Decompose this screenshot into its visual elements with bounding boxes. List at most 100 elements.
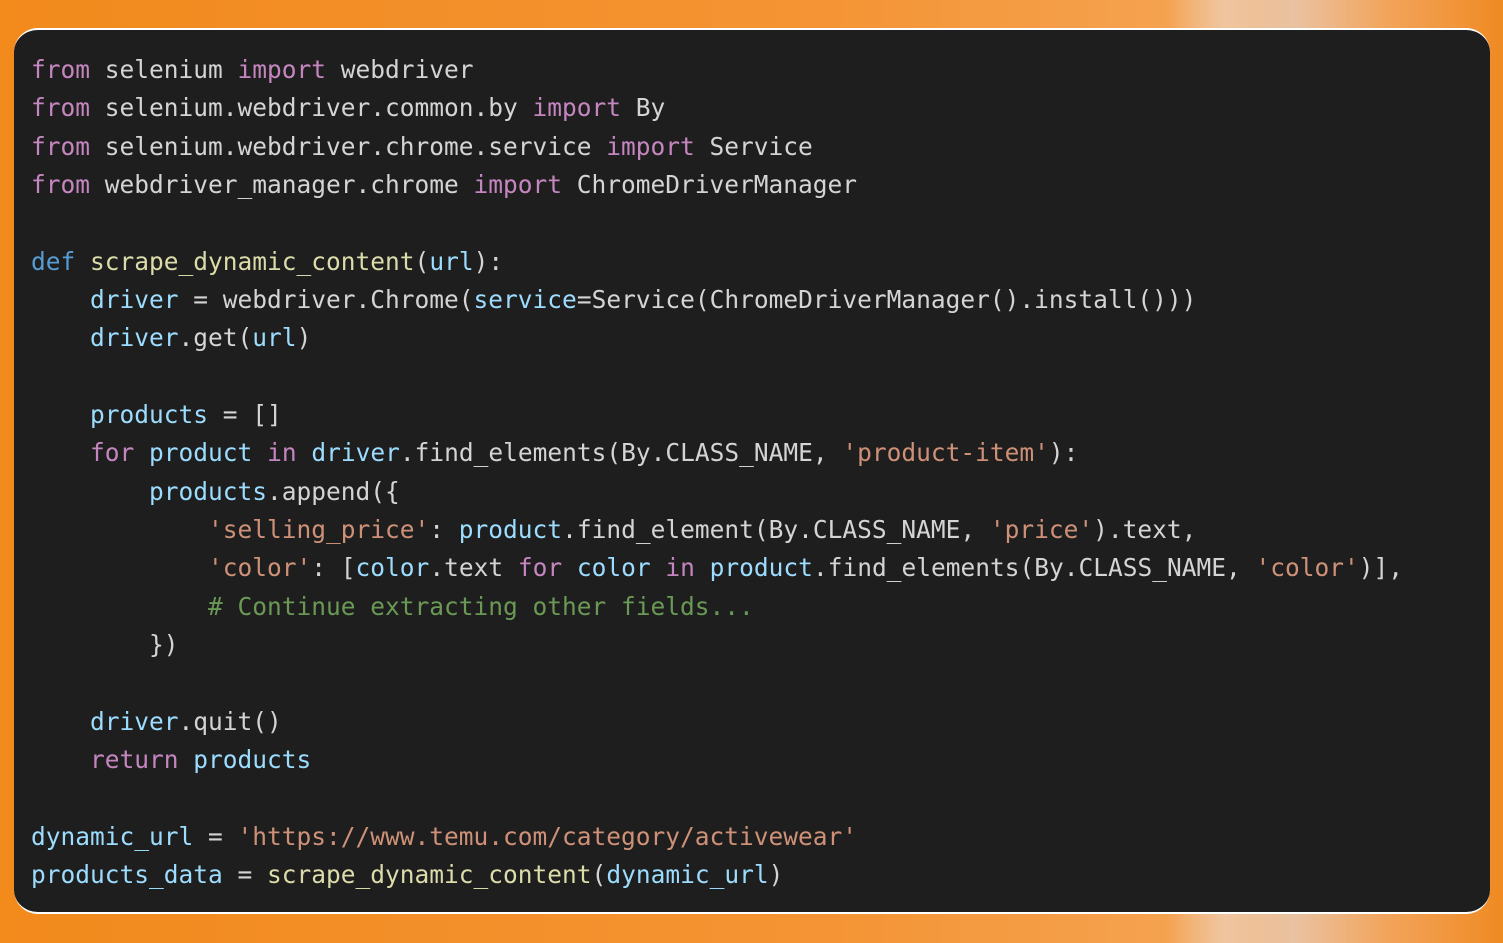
- code-text-token: webdriver: [326, 55, 474, 84]
- code-text-token: (: [414, 246, 430, 276]
- string-token: 'selling_price': [208, 515, 430, 545]
- code-line: from selenium import webdriver: [31, 51, 1403, 89]
- code-line: from selenium.webdriver.common.by import…: [31, 89, 1403, 127]
- code-line: }): [31, 626, 1403, 664]
- string-token: 'price': [989, 515, 1094, 545]
- code-text-token: ).text,: [1093, 515, 1197, 545]
- keyword-token: import: [606, 131, 695, 161]
- code-line: for product in driver.find_elements(By.C…: [31, 434, 1403, 472]
- variable-token: dynamic_url: [31, 821, 194, 851]
- variable-token: url: [429, 246, 474, 276]
- code-text-token: )],: [1358, 553, 1403, 583]
- code-line: products_data = scrape_dynamic_content(d…: [31, 856, 1403, 894]
- code-text-token: =: [193, 821, 238, 851]
- code-text-token: selenium: [90, 55, 238, 84]
- code-line: # Continue extracting other fields...: [31, 588, 1403, 626]
- code-line: 'color': [color.text for color in produc…: [31, 549, 1403, 587]
- variable-token: service: [473, 285, 577, 315]
- code-line: driver = webdriver.Chrome(service=Servic…: [31, 281, 1403, 319]
- code-text-token: .find_elements(By.CLASS_NAME,: [399, 438, 843, 468]
- code-text-token: (: [591, 860, 607, 890]
- keyword-token: import: [237, 55, 327, 84]
- code-text-token: =Service(ChromeDriverManager().install()…: [576, 285, 1197, 315]
- code-text-token: = webdriver.Chrome(: [178, 285, 474, 315]
- code-line: from selenium.webdriver.chrome.service i…: [31, 128, 1403, 166]
- code-text-token: selenium.webdriver.common.by: [90, 93, 533, 123]
- keyword-token: import: [473, 170, 563, 200]
- code-text-token: .quit(): [178, 706, 282, 736]
- keyword-token: import: [532, 93, 622, 123]
- code-line: def scrape_dynamic_content(url):: [31, 243, 1403, 281]
- variable-token: driver: [90, 323, 179, 353]
- variable-token: products_data: [31, 860, 223, 890]
- variable-token: url: [252, 323, 297, 353]
- code-line: driver.quit(): [31, 703, 1403, 741]
- code-text-token: : [: [311, 553, 356, 583]
- code-line: driver.get(url): [31, 319, 1403, 357]
- code-line: from webdriver_manager.chrome import Chr…: [31, 166, 1403, 204]
- code-line: products.append({: [31, 473, 1403, 511]
- code-text-token: By: [621, 93, 666, 123]
- string-token: 'product-item': [842, 438, 1049, 468]
- code-text-token: ChromeDriverManager: [562, 170, 858, 200]
- keyword-token: from: [31, 93, 91, 123]
- code-block: from selenium import webdriver from selen…: [31, 51, 1403, 895]
- variable-token: product: [709, 553, 813, 583]
- variable-token: product: [458, 515, 563, 545]
- variable-token: driver: [90, 285, 179, 315]
- code-text-token: Service: [694, 131, 813, 161]
- variable-token: dynamic_url: [606, 860, 769, 890]
- keyword-token: return: [90, 745, 179, 775]
- code-text-token: = []: [208, 400, 282, 430]
- code-text-token: ):: [473, 246, 504, 276]
- keyword-token: in: [665, 553, 695, 583]
- code-text-token: =: [222, 860, 268, 890]
- variable-token: color: [576, 553, 651, 583]
- keyword-token: for: [90, 438, 135, 468]
- code-text-token: }): [31, 630, 179, 660]
- variable-token: products: [90, 400, 209, 430]
- keyword-token: for: [517, 553, 563, 583]
- code-text-token: .get(: [178, 323, 253, 353]
- code-text-token: selenium.webdriver.chrome.service: [90, 131, 607, 161]
- function-name-token: scrape_dynamic_content: [90, 246, 415, 276]
- code-text-token: ): [768, 860, 784, 890]
- variable-token: products: [149, 476, 268, 506]
- keyword-token: def: [31, 246, 76, 276]
- code-text-token: .find_elements(By.CLASS_NAME,: [812, 553, 1256, 583]
- code-line: products = []: [31, 396, 1403, 434]
- variable-token: product: [149, 438, 253, 468]
- code-line: 'selling_price': product.find_element(By…: [31, 511, 1403, 549]
- keyword-token: from: [31, 170, 91, 200]
- comment-token: # Continue extracting other fields...: [208, 591, 754, 621]
- keyword-token: from: [31, 131, 91, 161]
- code-text-token: .find_element(By.CLASS_NAME,: [562, 515, 990, 545]
- code-text-token: :: [429, 515, 459, 545]
- code-line: return products: [31, 741, 1403, 779]
- keyword-token: from: [31, 55, 91, 84]
- code-text-token: webdriver_manager.chrome: [90, 170, 474, 200]
- string-token: 'color': [208, 553, 312, 583]
